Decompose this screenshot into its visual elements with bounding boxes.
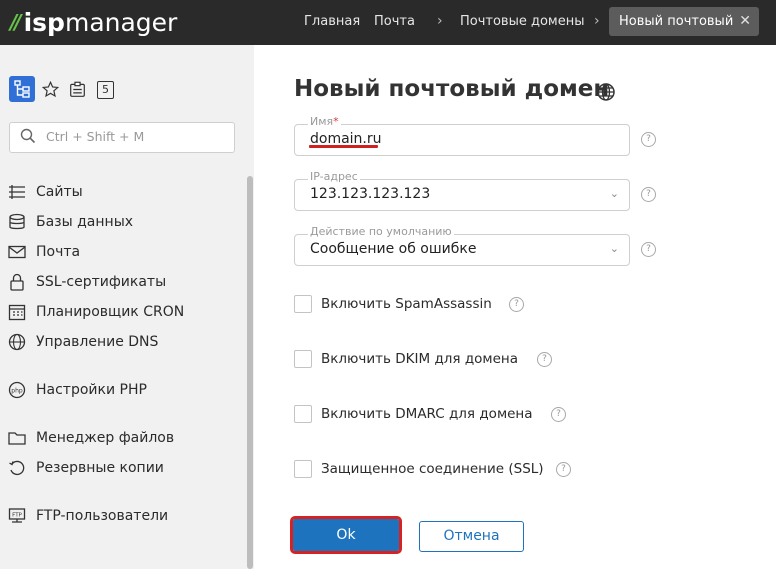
sidebar-item-backups[interactable]: Резервные копии [8,457,164,479]
sidebar: 5 Ctrl + Shift + M Сайты Базы данных Поч… [0,45,254,569]
sidebar-item-label: SSL-сертификаты [36,274,167,290]
tree-icon[interactable] [9,76,35,102]
spamassassin-checkbox-row[interactable]: Включить SpamAssassin [294,294,492,314]
breadcrumb-home[interactable]: Главная [304,0,360,45]
clipboard-icon[interactable] [69,81,86,98]
sidebar-item-label: Менеджер файлов [36,430,175,446]
menu-search-input[interactable]: Ctrl + Shift + M [9,122,235,153]
database-icon [9,213,25,230]
breadcrumb-mail-domains[interactable]: Почтовые домены [460,0,585,45]
sidebar-item-mail[interactable]: Почта [8,241,80,263]
ip-address-select[interactable]: IP-адрес 123.123.123.123 ⌄ [294,170,630,211]
dns-icon [8,333,26,351]
dkim-label: Включить DKIM для домена [321,351,518,367]
breadcrumb-mail[interactable]: Почта [374,0,415,45]
ssl-checkbox[interactable] [294,460,312,478]
spamassassin-checkbox[interactable] [294,295,312,313]
chevron-down-icon: ⌄ [609,187,619,200]
sidebar-item-label: Сайты [36,184,83,200]
help-icon[interactable]: ? [641,242,656,257]
close-tab-icon[interactable]: ✕ [739,7,751,36]
breadcrumb-chevron-icon: › [437,13,443,29]
help-icon[interactable]: ? [509,297,524,312]
star-icon[interactable] [42,81,59,98]
svg-text:php: php [11,388,23,395]
sidebar-item-php[interactable]: php Настройки PHP [8,379,147,401]
folder-icon [8,432,26,445]
top-bar: // isp manager Главная Почта › Почтовые д… [0,0,776,45]
sidebar-item-dns[interactable]: Управление DNS [8,331,158,353]
ftp-icon: FTP [8,508,26,523]
tab-new-mail-domain[interactable]: Новый почтовый д... ✕ [609,7,759,36]
sidebar-item-label: FTP-пользователи [36,508,169,524]
name-field-label: Имя* [308,115,341,128]
ip-address-label: IP-адрес [308,170,360,183]
ssl-label: Защищенное соединение (SSL) [321,461,544,477]
spamassassin-label: Включить SpamAssassin [321,296,492,312]
mail-icon [8,245,26,259]
sidebar-scrollbar[interactable] [247,176,253,569]
default-action-select[interactable]: Действие по умолчанию Сообщение об ошибк… [294,225,630,266]
name-highlight-underline [309,145,378,148]
page-title: Новый почтовый домен [294,76,610,102]
sidebar-item-cron[interactable]: Планировщик CRON [8,301,184,323]
sidebar-item-databases[interactable]: Базы данных [8,211,133,233]
help-icon[interactable]: ? [551,407,566,422]
php-icon: php [8,381,26,399]
sidebar-item-ssl[interactable]: SSL-сертификаты [8,271,166,293]
lock-icon [10,273,24,291]
default-action-label: Действие по умолчанию [308,225,454,238]
dmarc-checkbox-row[interactable]: Включить DMARC для домена [294,404,533,424]
help-icon[interactable]: ? [641,132,656,147]
backup-icon [9,460,25,476]
tab-label: Новый почтовый д... [619,14,735,29]
dkim-checkbox[interactable] [294,350,312,368]
dkim-checkbox-row[interactable]: Включить DKIM для домена [294,349,518,369]
sidebar-item-label: Резервные копии [36,460,164,476]
sidebar-item-label: Базы данных [36,214,134,230]
search-placeholder: Ctrl + Shift + M [46,129,145,144]
search-icon [20,128,36,144]
sidebar-item-sites[interactable]: Сайты [8,181,83,203]
sites-icon [9,185,25,199]
sidebar-item-ftp-users[interactable]: FTP FTP-пользователи [8,505,168,527]
sidebar-item-label: Управление DNS [36,334,159,350]
dmarc-label: Включить DMARC для домена [321,406,533,422]
help-icon[interactable]: ? [537,352,552,367]
sidebar-item-label: Планировщик CRON [36,304,185,320]
cancel-button[interactable]: Отмена [419,521,524,552]
default-action-value: Сообщение об ошибке [310,241,477,257]
name-field[interactable]: Имя* domain.ru [294,115,630,156]
sidebar-item-label: Настройки PHP [36,382,147,398]
badge-5-icon[interactable]: 5 [97,81,114,99]
chevron-down-icon: ⌄ [609,242,619,255]
breadcrumb-chevron-icon: › [594,13,600,29]
help-icon[interactable]: ? [556,462,571,477]
globe-icon[interactable] [596,82,616,102]
help-icon[interactable]: ? [641,187,656,202]
ispmanager-logo[interactable]: // isp manager [10,7,177,37]
ip-address-value: 123.123.123.123 [310,186,431,202]
calendar-icon [8,304,26,321]
logo-manager-text: manager [64,7,178,37]
logo-mark-icon: // [10,10,21,34]
dmarc-checkbox[interactable] [294,405,312,423]
sidebar-item-label: Почта [36,244,81,260]
ssl-checkbox-row[interactable]: Защищенное соединение (SSL) [294,459,544,479]
svg-text:FTP: FTP [12,513,22,519]
sidebar-item-file-manager[interactable]: Менеджер файлов [8,427,174,449]
logo-isp-text: isp [23,7,65,37]
ok-button[interactable]: Ok [290,516,402,554]
